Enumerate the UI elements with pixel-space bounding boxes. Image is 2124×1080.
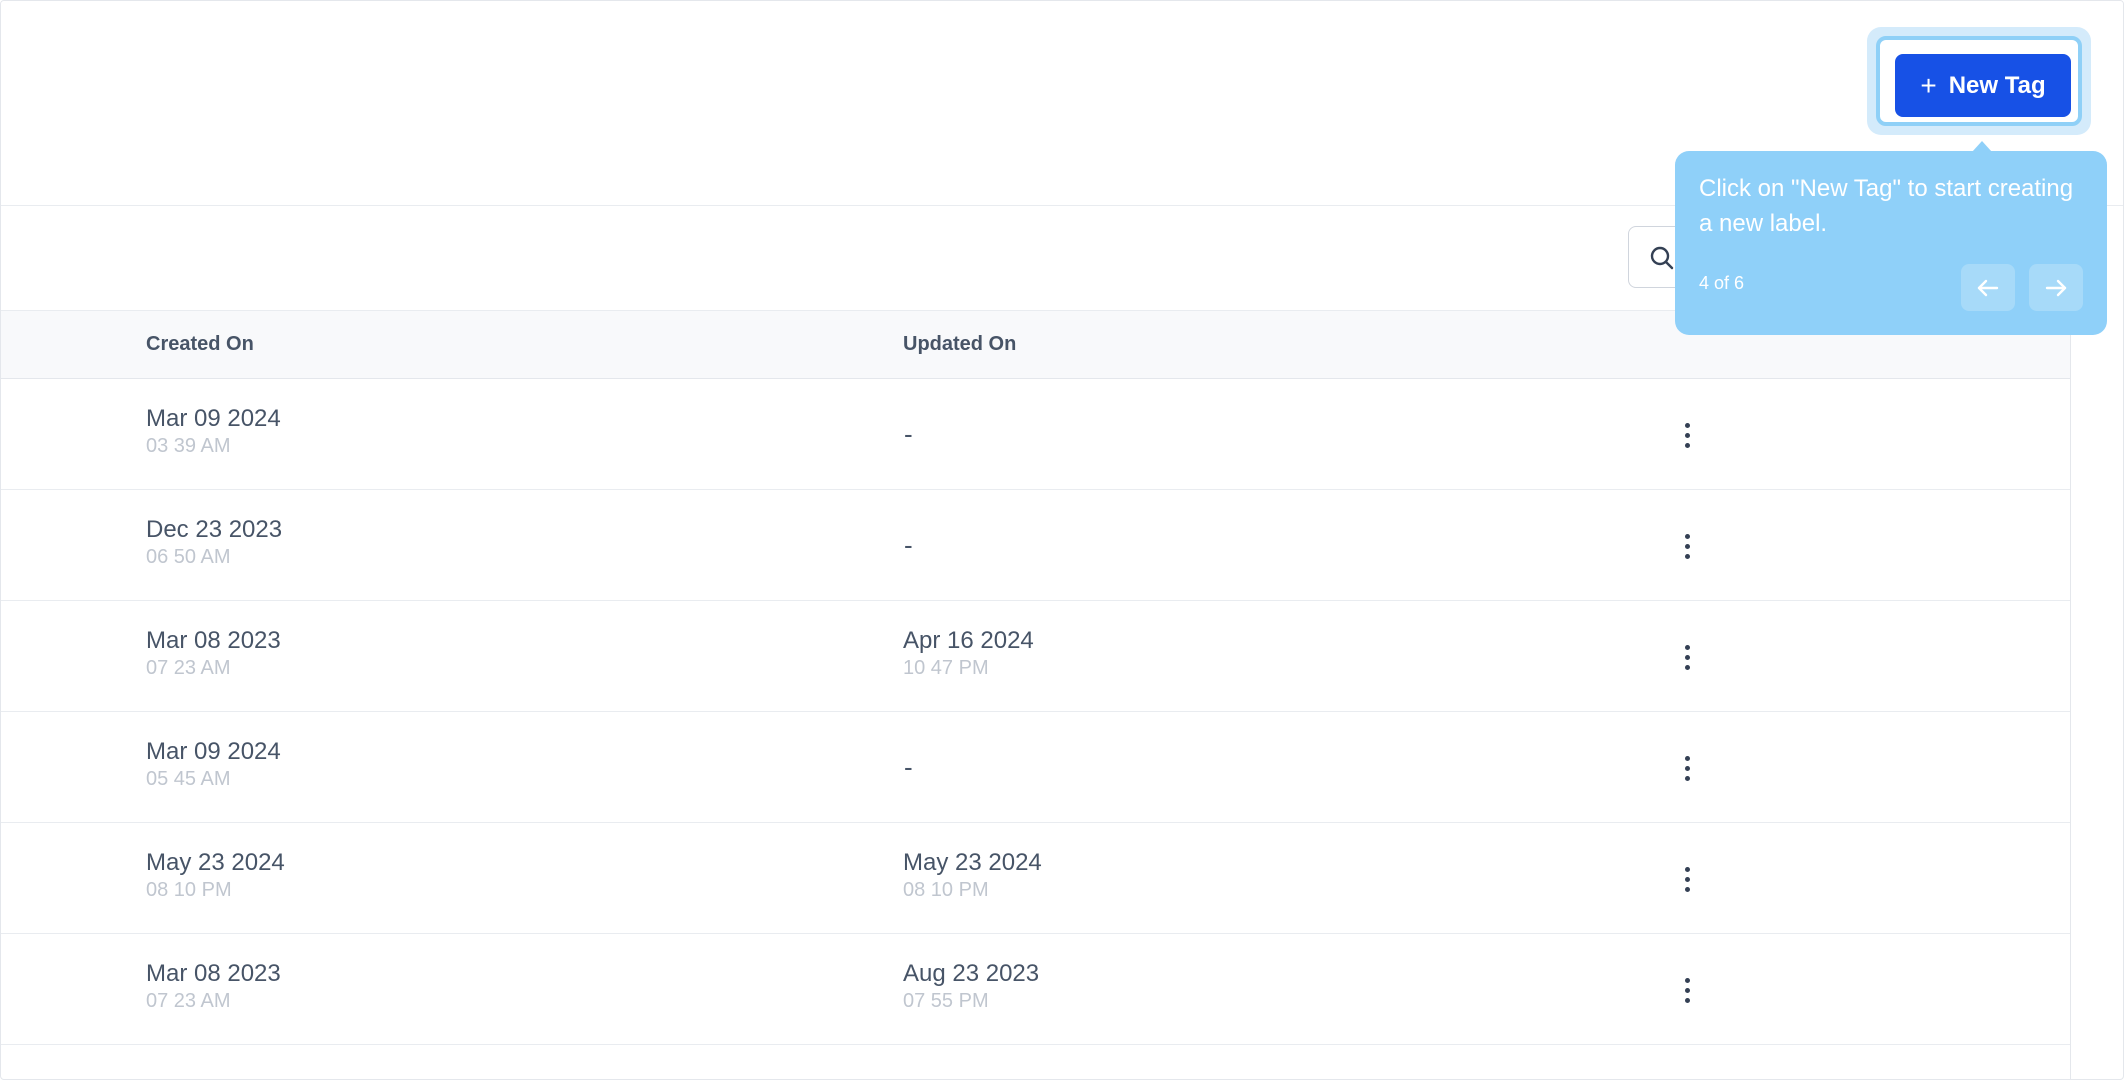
new-tag-label: New Tag (1948, 71, 2046, 99)
created-date: May 23 2024 (146, 849, 285, 876)
table-row[interactable]: Mar 09 2024 05 45 AM - (1, 712, 2070, 823)
updated-on-cell: Aug 23 2023 07 55 PM (903, 960, 1039, 1014)
updated-date: May 23 2024 (903, 849, 1042, 876)
created-on-cell: Mar 09 2024 05 45 AM (146, 738, 281, 792)
tooltip-text: Click on "New Tag" to start creating a n… (1699, 175, 2074, 237)
updated-date: - (904, 752, 913, 782)
created-time: 05 45 AM (146, 768, 231, 790)
column-header-created-on: Created On (146, 333, 254, 355)
arrow-left-icon (1977, 279, 1999, 296)
table-row[interactable]: Mar 08 2023 07 23 AM Aug 23 2023 07 55 P… (1, 934, 2070, 1045)
created-date: Mar 08 2023 (146, 627, 281, 654)
updated-date: Apr 16 2024 (903, 627, 1034, 654)
created-time: 08 10 PM (146, 879, 232, 901)
created-time: 03 39 AM (146, 435, 231, 457)
search-icon (1650, 246, 1674, 270)
created-time: 07 23 AM (146, 990, 231, 1012)
row-actions-kebab-icon[interactable] (1671, 526, 1703, 566)
updated-date: Aug 23 2023 (903, 960, 1040, 987)
row-actions-kebab-icon[interactable] (1671, 970, 1703, 1010)
updated-on-cell: May 23 2024 08 10 PM (903, 849, 1042, 903)
updated-time: 10 47 PM (903, 657, 989, 679)
tooltip-prev-button[interactable] (1961, 264, 2015, 311)
created-date: Mar 09 2024 (146, 405, 281, 432)
tags-table: Created On Updated On Mar 09 2024 03 39 … (1, 311, 2071, 1079)
column-header-updated-on: Updated On (903, 333, 1017, 355)
created-on-cell: Mar 08 2023 07 23 AM (146, 627, 281, 681)
tooltip-next-button[interactable] (2029, 264, 2083, 311)
table-row[interactable]: Mar 08 2023 07 23 AM Apr 16 2024 10 47 P… (1, 601, 2070, 712)
tooltip-step-counter: 4 of 6 (1699, 273, 1745, 293)
created-time: 07 23 AM (146, 657, 231, 679)
created-on-cell: Mar 08 2023 07 23 AM (146, 960, 281, 1014)
row-actions-kebab-icon[interactable] (1671, 859, 1703, 899)
onboarding-tooltip: Click on "New Tag" to start creating a n… (1675, 151, 2107, 335)
updated-date: - (904, 530, 913, 560)
created-on-cell: Dec 23 2023 06 50 AM (146, 516, 282, 570)
table-row[interactable]: Dec 23 2023 06 50 AM - (1, 490, 2070, 601)
created-date: Mar 09 2024 (146, 738, 281, 765)
updated-time: 07 55 PM (903, 990, 989, 1012)
updated-on-cell: Apr 16 2024 10 47 PM (903, 627, 1034, 681)
plus-icon: + (1920, 69, 1937, 101)
row-actions-kebab-icon[interactable] (1671, 637, 1703, 677)
table-row[interactable]: May 23 2024 08 10 PM May 23 2024 08 10 P… (1, 823, 2070, 934)
row-actions-kebab-icon[interactable] (1671, 415, 1703, 455)
app-frame: + New Tag Created On Updated On Mar 09 2… (0, 0, 2124, 1080)
updated-date: - (904, 419, 913, 449)
created-on-cell: May 23 2024 08 10 PM (146, 849, 285, 903)
created-on-cell: Mar 09 2024 03 39 AM (146, 405, 281, 459)
created-time: 06 50 AM (146, 546, 231, 568)
created-date: Dec 23 2023 (146, 516, 283, 543)
table-row[interactable]: Mar 09 2024 03 39 AM - (1, 379, 2070, 490)
created-date: Mar 08 2023 (146, 960, 281, 987)
updated-time: 08 10 PM (903, 879, 989, 901)
new-tag-button[interactable]: + New Tag (1895, 54, 2071, 117)
arrow-right-icon (2045, 279, 2067, 296)
row-actions-kebab-icon[interactable] (1671, 748, 1703, 788)
